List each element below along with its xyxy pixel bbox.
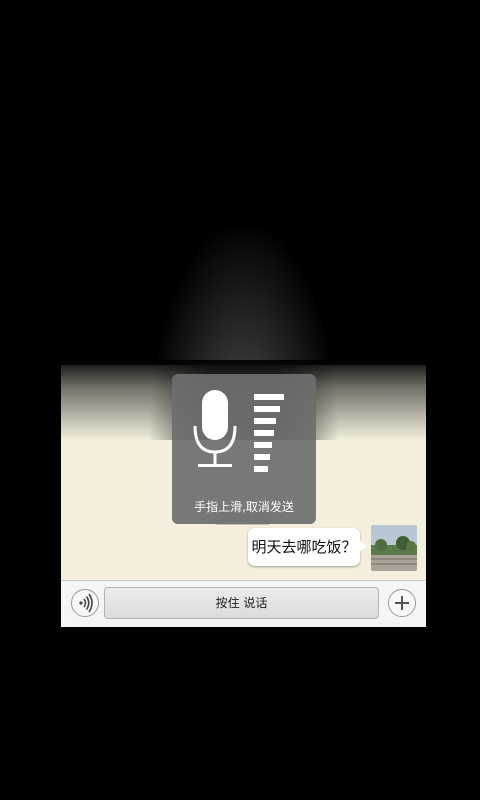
cancel-hint-text: 手指上滑,取消发送 — [194, 500, 294, 514]
hold-to-talk-button[interactable]: 按住 说话 — [104, 587, 379, 619]
voice-wave-icon — [79, 593, 93, 613]
plus-icon — [395, 596, 409, 610]
input-bar: 按住 说话 — [61, 580, 426, 627]
microphone-icon — [193, 390, 237, 467]
avatar[interactable] — [371, 525, 417, 571]
more-options-button[interactable] — [388, 589, 416, 617]
avatar-image — [371, 525, 417, 571]
voice-recording-overlay: 手指上滑,取消发送 — [172, 374, 316, 524]
chat-screen: 2015-05-18 明天去哪吃饭？ — [0, 0, 480, 800]
message-bubble[interactable]: 明天去哪吃饭？ — [248, 528, 367, 566]
volume-level-icon — [254, 394, 284, 472]
voice-toggle-button[interactable] — [71, 589, 99, 617]
